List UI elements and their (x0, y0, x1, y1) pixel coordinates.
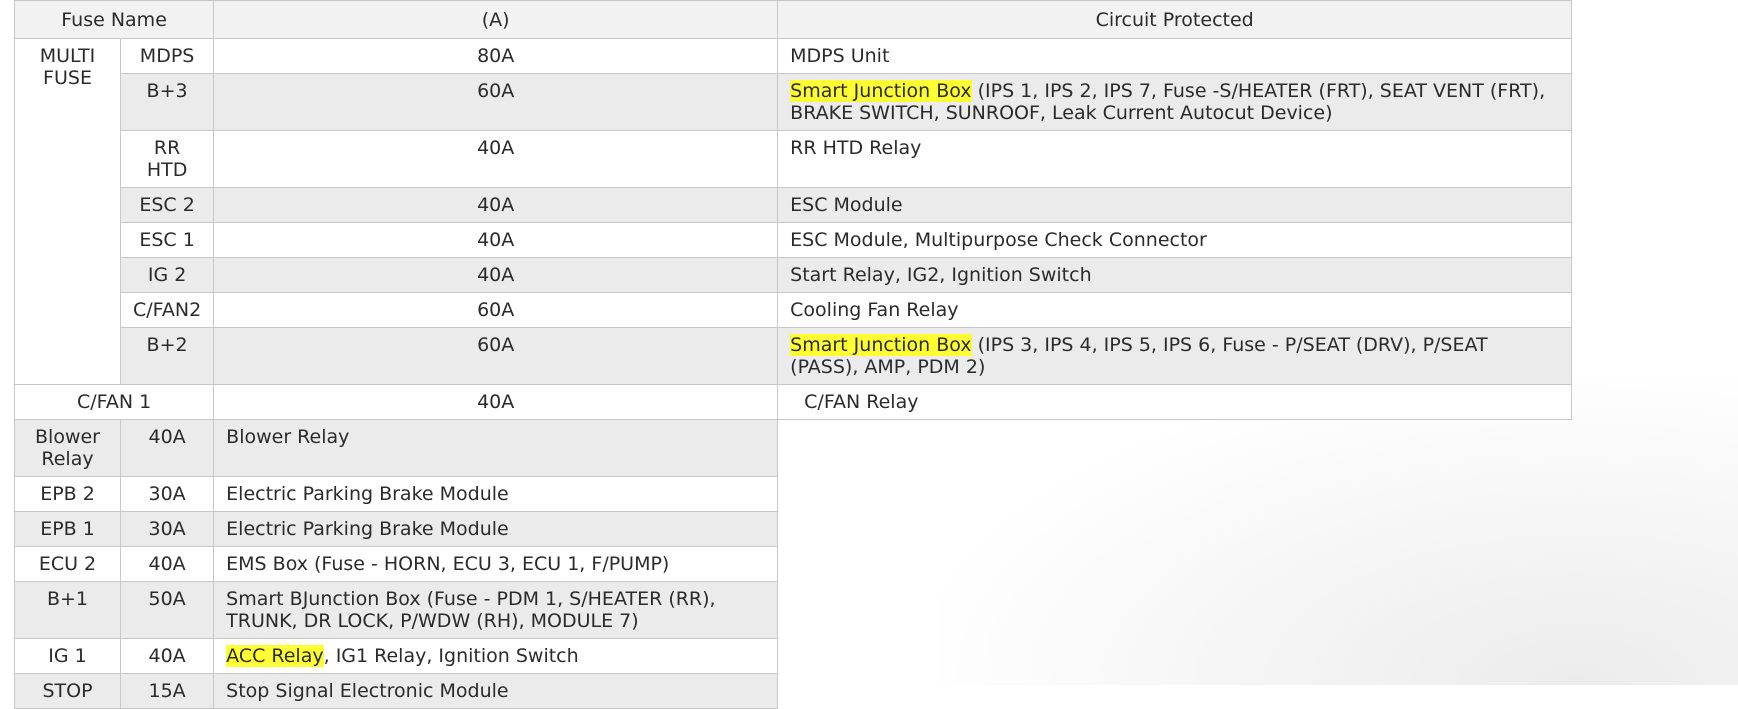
ampere-cell: 40A (119, 638, 215, 674)
table-row: EPB 2 30A Electric Parking Brake Module (14, 476, 1572, 512)
circuit-cell: Start Relay, IG2, Ignition Switch (777, 257, 1573, 293)
table-row: B+1 50A Smart BJunction Box (Fuse - PDM … (14, 581, 1572, 639)
circuit-cell: Smart Junction Box (IPS 3, IPS 4, IPS 5,… (777, 327, 1573, 385)
fuse-name-cell: IG 2 (119, 257, 215, 293)
ampere-cell: 50A (119, 581, 215, 639)
table-row: EPB 1 30A Electric Parking Brake Module (14, 511, 1572, 547)
circuit-cell: Blower Relay (213, 419, 779, 477)
multi-fuse-group-label: MULTI FUSE (14, 38, 121, 385)
fuse-name-cell: ESC 2 (119, 187, 215, 223)
ampere-cell: 60A (213, 73, 779, 131)
ampere-cell: 40A (213, 257, 779, 293)
circuit-text: Start Relay, IG2, Ignition Switch (790, 264, 1092, 286)
fuse-name-cell: MDPS (119, 38, 215, 74)
circuit-cell: ACC Relay, IG1 Relay, Ignition Switch (213, 638, 779, 674)
fuse-table: Fuse Name (A) Circuit Protected MULTI FU… (13, 0, 1573, 709)
table-row: ESC 1 40A ESC Module, Multipurpose Check… (15, 222, 1573, 258)
ampere-cell: 30A (119, 511, 215, 547)
circuit-text: Electric Parking Brake Module (226, 518, 509, 540)
circuit-text: Cooling Fan Relay (790, 299, 959, 321)
circuit-text: Smart BJunction Box (Fuse - PDM 1, S/HEA… (226, 588, 716, 632)
ampere-cell: 60A (213, 292, 779, 328)
table-row: ECU 2 40A EMS Box (Fuse - HORN, ECU 3, E… (14, 546, 1572, 582)
empty-area (778, 582, 1572, 639)
empty-area (778, 512, 1572, 547)
fuse-name-cell: ECU 2 (14, 546, 121, 582)
ampere-cell: 15A (119, 673, 215, 709)
ampere-cell: 40A (213, 222, 779, 258)
table-row: B+3 60A Smart Junction Box (IPS 1, IPS 2… (15, 73, 1573, 131)
ampere-cell: 40A (213, 130, 779, 188)
empty-area (778, 639, 1572, 674)
table-row: RR HTD 40A RR HTD Relay (15, 130, 1573, 188)
circuit-text: ESC Module (790, 194, 903, 216)
ampere-cell: 40A (213, 187, 779, 223)
fuse-name-cell: C/FAN 1 (13, 384, 215, 420)
circuit-cell: ESC Module (777, 187, 1573, 223)
circuit-cell: Smart Junction Box (IPS 1, IPS 2, IPS 7,… (777, 73, 1573, 131)
fuse-name-cell: RR HTD (119, 130, 215, 188)
table-row: C/FAN2 60A Cooling Fan Relay (15, 292, 1573, 328)
empty-area (778, 477, 1572, 512)
table-row: ESC 2 40A ESC Module (15, 187, 1573, 223)
highlighted-text: Smart Junction Box (790, 80, 972, 102)
header-ampere: (A) (213, 0, 779, 39)
fuse-name-cell: B+2 (119, 327, 215, 385)
circuit-text: RR HTD Relay (790, 137, 922, 159)
ampere-cell: 40A (119, 546, 215, 582)
empty-area (778, 420, 1572, 477)
table-row: STOP 15A Stop Signal Electronic Module (14, 673, 1572, 709)
table-row: B+2 60A Smart Junction Box (IPS 3, IPS 4… (15, 327, 1573, 385)
header-fuse-name: Fuse Name (13, 0, 215, 39)
circuit-cell: C/FAN Relay (777, 384, 1573, 420)
circuit-cell: Electric Parking Brake Module (213, 511, 779, 547)
circuit-text: MDPS Unit (790, 45, 890, 67)
circuit-cell: ESC Module, Multipurpose Check Connector (777, 222, 1573, 258)
fuse-name-cell: EPB 1 (14, 511, 121, 547)
circuit-cell: Smart BJunction Box (Fuse - PDM 1, S/HEA… (213, 581, 779, 639)
ampere-cell: 60A (213, 327, 779, 385)
fuse-name-cell: IG 1 (14, 638, 121, 674)
table-row: Blower Relay 40A Blower Relay (14, 419, 1572, 477)
table-row: IG 1 40A ACC Relay, IG1 Relay, Ignition … (14, 638, 1572, 674)
ampere-cell: 30A (119, 476, 215, 512)
circuit-text: EMS Box (Fuse - HORN, ECU 3, ECU 1, F/PU… (226, 553, 670, 575)
highlighted-text: ACC Relay (226, 645, 324, 667)
circuit-text: Stop Signal Electronic Module (226, 680, 509, 702)
circuit-text: ESC Module, Multipurpose Check Connector (790, 229, 1207, 251)
ampere-cell: 40A (119, 419, 215, 477)
table-row: IG 2 40A Start Relay, IG2, Ignition Swit… (15, 257, 1573, 293)
circuit-cell: MDPS Unit (777, 38, 1573, 74)
circuit-cell: EMS Box (Fuse - HORN, ECU 3, ECU 1, F/PU… (213, 546, 779, 582)
table-row: MULTI FUSE MDPS 80A MDPS Unit (14, 38, 1573, 385)
circuit-text: Electric Parking Brake Module (226, 483, 509, 505)
fuse-name-cell: B+3 (119, 73, 215, 131)
circuit-cell: Stop Signal Electronic Module (213, 673, 779, 709)
circuit-cell: Cooling Fan Relay (777, 292, 1573, 328)
circuit-text: , IG1 Relay, Ignition Switch (323, 645, 579, 667)
fuse-name-cell: Blower Relay (14, 419, 121, 477)
circuit-cell: Electric Parking Brake Module (213, 476, 779, 512)
ampere-cell: 40A (213, 384, 779, 420)
circuit-text: Blower Relay (226, 426, 350, 448)
ampere-cell: 80A (213, 38, 779, 74)
empty-area (778, 674, 1572, 709)
table-header-row: Fuse Name (A) Circuit Protected (13, 0, 1573, 39)
highlighted-text: Smart Junction Box (790, 334, 972, 356)
table-row: C/FAN 1 40A C/FAN Relay (13, 384, 1573, 420)
empty-area (778, 547, 1572, 582)
fuse-name-cell: C/FAN2 (119, 292, 215, 328)
fuse-name-cell: ESC 1 (119, 222, 215, 258)
fuse-name-cell: STOP (14, 673, 121, 709)
fuse-name-cell: B+1 (14, 581, 121, 639)
fuse-name-cell: EPB 2 (14, 476, 121, 512)
header-circuit-protected: Circuit Protected (777, 0, 1573, 39)
circuit-cell: RR HTD Relay (777, 130, 1573, 188)
